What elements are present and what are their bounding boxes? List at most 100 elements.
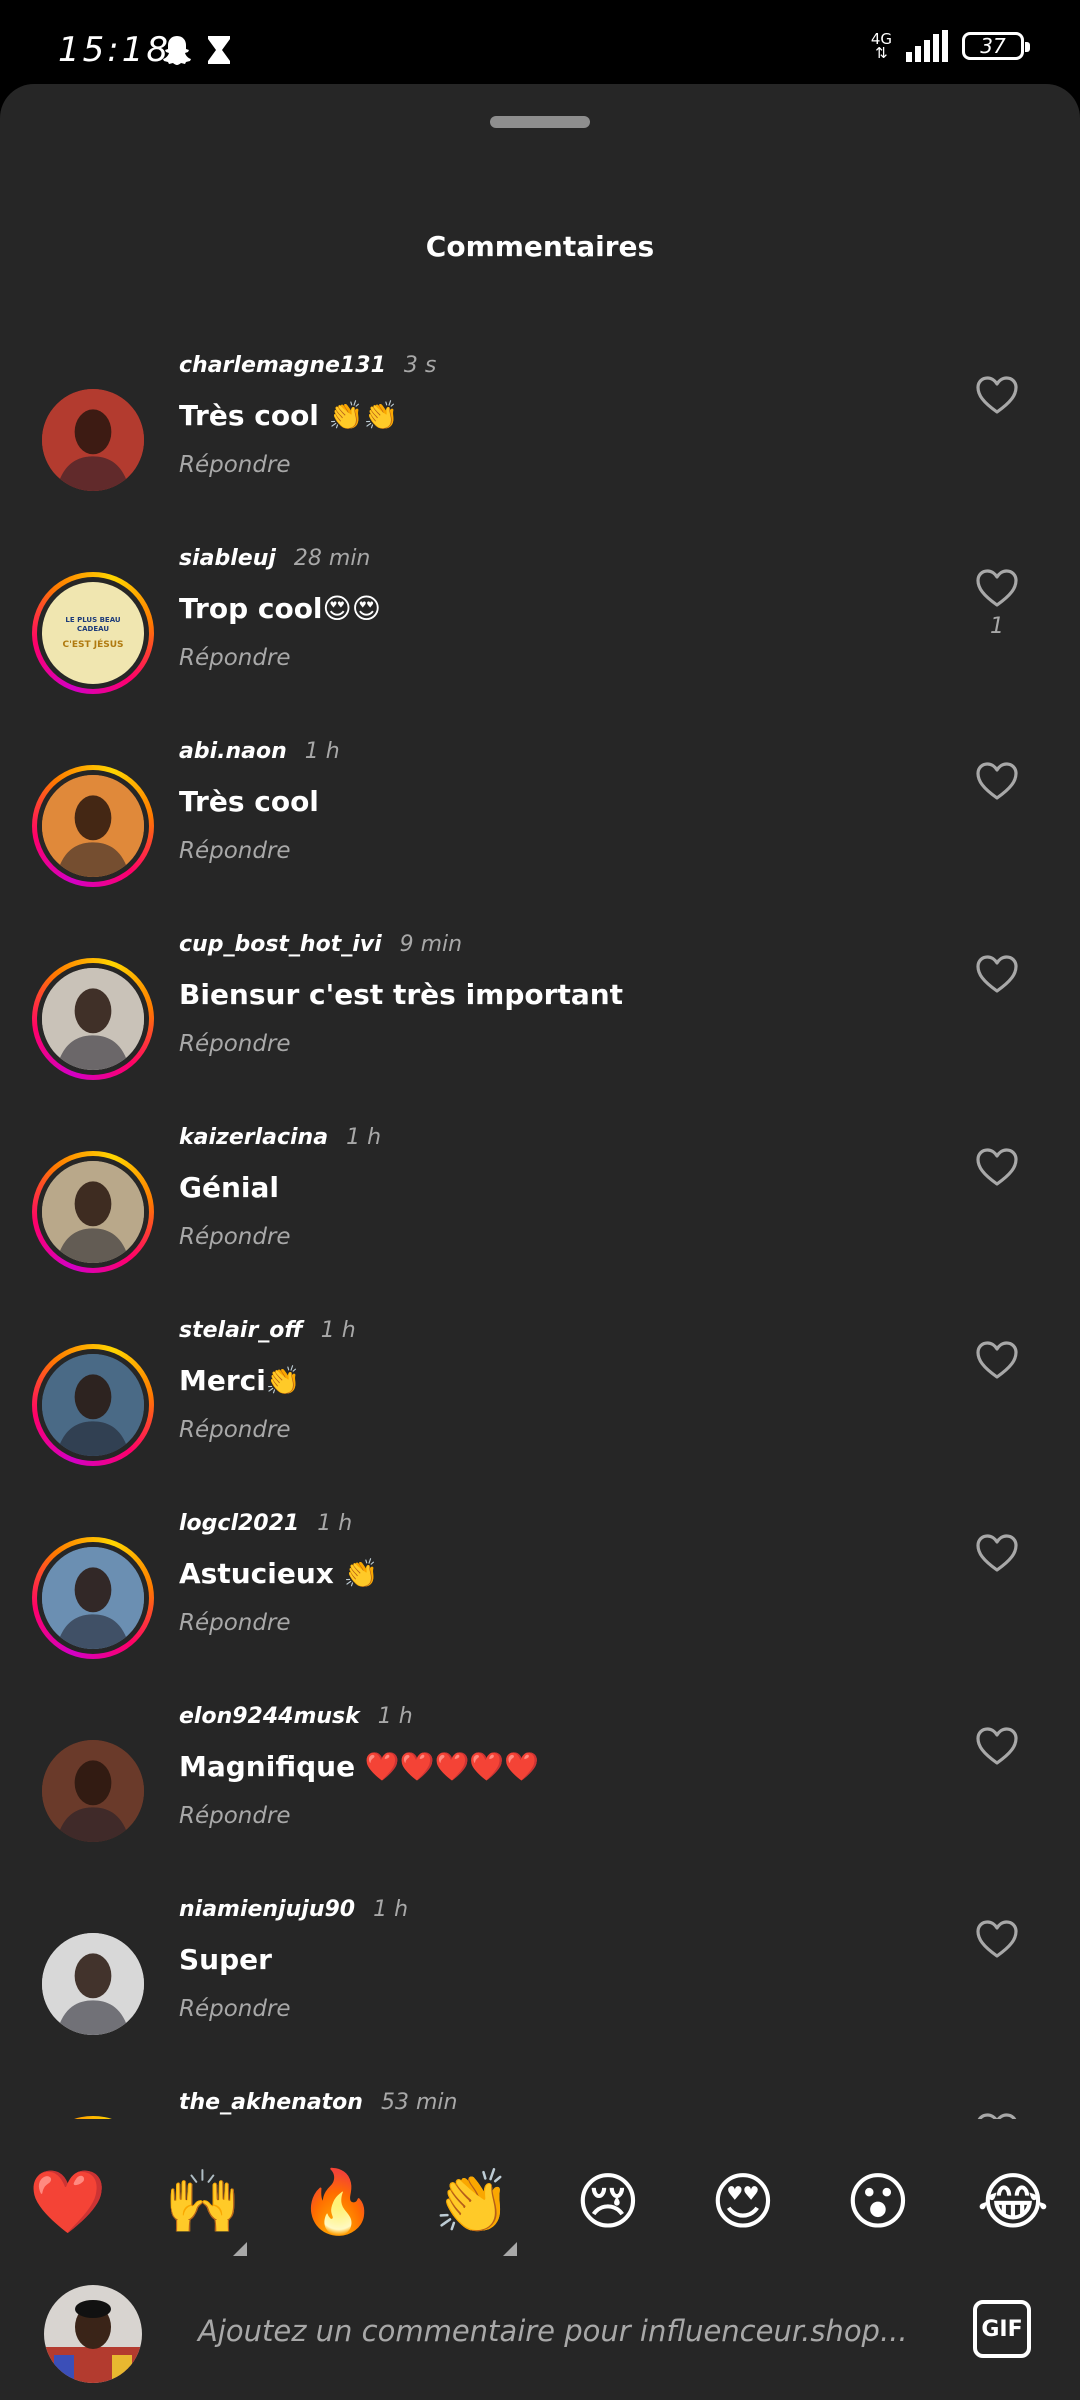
comment-text: Très cool: [179, 785, 319, 818]
comment-avatar[interactable]: [32, 1730, 154, 1852]
avatar-image: [42, 1933, 144, 2035]
comment-username[interactable]: the_akhenaton: [179, 2090, 363, 2115]
comment-meta: the_akhenaton 53 min: [179, 2090, 457, 2115]
comment-avatar[interactable]: [32, 1923, 154, 2045]
comment-text: Super: [179, 1943, 272, 1976]
skin-tone-caret-icon[interactable]: [503, 2242, 517, 2256]
comment-username[interactable]: stelair_off: [179, 1318, 303, 1343]
battery-icon: 37: [962, 32, 1030, 60]
like-heart-icon[interactable]: [975, 375, 1019, 415]
comment-item[interactable]: kaizerlacina 1 h Génial Répondre: [0, 1091, 1080, 1284]
comment-meta: logcl2021 1 h: [179, 1511, 352, 1536]
comment-time: 1 h: [317, 1511, 353, 1536]
comment-username[interactable]: cup_bost_hot_ivi: [179, 932, 382, 957]
comment-text: Trop cool😍😍: [179, 592, 381, 625]
avatar-image: [42, 1354, 144, 1456]
avatar-image: [42, 1547, 144, 1649]
comment-avatar[interactable]: [32, 379, 154, 501]
laughing-emoji[interactable]: 😂: [971, 2160, 1055, 2244]
comment-meta: charlemagne131 3 s: [179, 353, 436, 378]
crying-emoji[interactable]: 😢: [566, 2160, 650, 2244]
like-heart-icon[interactable]: [975, 2112, 1019, 2119]
status-time: 15:18: [58, 30, 171, 70]
comment-time: 1 h: [304, 739, 340, 764]
comment-avatar[interactable]: [32, 958, 154, 1080]
comment-avatar[interactable]: [32, 1537, 154, 1659]
like-heart-icon[interactable]: [975, 1726, 1019, 1766]
heart-emoji[interactable]: ❤️: [26, 2160, 110, 2244]
surprised-emoji[interactable]: 😮: [836, 2160, 920, 2244]
like-heart-icon[interactable]: [975, 568, 1019, 608]
like-heart-icon[interactable]: [975, 761, 1019, 801]
comment-meta: cup_bost_hot_ivi 9 min: [179, 932, 462, 957]
comment-avatar[interactable]: [32, 2116, 154, 2119]
clapping-emoji[interactable]: 👏: [431, 2160, 515, 2244]
comment-meta: elon9244musk 1 h: [179, 1704, 413, 1729]
status-right: 4G ⇅ 37: [870, 30, 1030, 62]
comment-item[interactable]: elon9244musk 1 h Magnifique ❤️❤️❤️❤️❤️ Répo…: [0, 1670, 1080, 1863]
comment-avatar[interactable]: LE PLUS BEAU CADEAU C'EST JÉSUS: [32, 572, 154, 694]
reply-button[interactable]: Répondre: [179, 1996, 291, 2022]
status-bar: 15:18 4G ⇅ 37: [0, 0, 1080, 84]
fire-emoji[interactable]: 🔥: [296, 2160, 380, 2244]
comment-item[interactable]: abi.naon 1 h Très cool Répondre: [0, 705, 1080, 898]
reply-button[interactable]: Répondre: [179, 1031, 291, 1057]
heart-eyes-emoji[interactable]: 😍: [701, 2160, 785, 2244]
comment-username[interactable]: abi.naon: [179, 739, 287, 764]
comment-item[interactable]: cup_bost_hot_ivi 9 min Biensur c'est très …: [0, 898, 1080, 1091]
avatar-image: [42, 389, 144, 491]
sheet-drag-handle[interactable]: [490, 116, 590, 128]
comment-username[interactable]: charlemagne131: [179, 353, 386, 378]
like-heart-icon[interactable]: [975, 1919, 1019, 1959]
comment-text: Génial: [179, 1171, 279, 1204]
comment-time: 3 s: [403, 353, 437, 378]
like-heart-icon[interactable]: [975, 954, 1019, 994]
comment-text: Magnifique ❤️❤️❤️❤️❤️: [179, 1750, 540, 1783]
skin-tone-caret-icon[interactable]: [233, 2242, 247, 2256]
raised-hands-emoji[interactable]: 🙌: [161, 2160, 245, 2244]
comment-username[interactable]: logcl2021: [179, 1511, 299, 1536]
comment-item[interactable]: niamienjuju90 1 h Super Répondre: [0, 1863, 1080, 2056]
comment-avatar[interactable]: [32, 1151, 154, 1273]
comment-meta: abi.naon 1 h: [179, 739, 340, 764]
signal-strength-icon: [906, 30, 948, 62]
comment-item[interactable]: logcl2021 1 h Astucieux 👏 Répondre: [0, 1477, 1080, 1670]
comment-time: 1 h: [373, 1897, 409, 1922]
reply-button[interactable]: Répondre: [179, 645, 291, 671]
comment-username[interactable]: niamienjuju90: [179, 1897, 355, 1922]
comment-time: 1 h: [377, 1704, 413, 1729]
comments-sheet: Commentaires charlemagne131 3 s Très cool …: [0, 84, 1080, 2400]
comment-item[interactable]: LE PLUS BEAU CADEAU C'EST JÉSUS siableuj 28…: [0, 512, 1080, 705]
reply-button[interactable]: Répondre: [179, 838, 291, 864]
comment-time: 1 h: [320, 1318, 356, 1343]
comment-time: 28 min: [293, 546, 371, 571]
reply-button[interactable]: Répondre: [179, 452, 291, 478]
reply-button[interactable]: Répondre: [179, 1610, 291, 1636]
comment-meta: kaizerlacina 1 h: [179, 1125, 381, 1150]
reply-button[interactable]: Répondre: [179, 1224, 291, 1250]
reply-button[interactable]: Répondre: [179, 1803, 291, 1829]
avatar-image: [42, 1161, 144, 1263]
gif-button[interactable]: GIF: [973, 2300, 1031, 2358]
like-heart-icon[interactable]: [975, 1147, 1019, 1187]
comments-list[interactable]: charlemagne131 3 s Très cool 👏👏 Répondre LE …: [0, 319, 1080, 2119]
comment-avatar[interactable]: [32, 765, 154, 887]
like-heart-icon[interactable]: [975, 1533, 1019, 1573]
avatar-image: [42, 968, 144, 1070]
comment-item[interactable]: charlemagne131 3 s Très cool 👏👏 Répondre: [0, 319, 1080, 512]
status-left-icons: [162, 34, 232, 72]
comment-username[interactable]: siableuj: [179, 546, 276, 571]
comment-avatar[interactable]: [32, 1344, 154, 1466]
like-heart-icon[interactable]: [975, 1340, 1019, 1380]
reply-button[interactable]: Répondre: [179, 1417, 291, 1443]
avatar-image: [42, 1740, 144, 1842]
comment-item[interactable]: stelair_off 1 h Merci👏 Répondre: [0, 1284, 1080, 1477]
comment-item[interactable]: the_akhenaton53 minRépondre: [0, 2056, 1080, 2119]
comment-input[interactable]: Ajoutez un commentaire pour influenceur.…: [198, 2314, 908, 2348]
comment-time: 53 min: [380, 2090, 458, 2115]
comment-username[interactable]: kaizerlacina: [179, 1125, 328, 1150]
like-count: 1: [990, 614, 1004, 639]
comment-time: 9 min: [399, 932, 463, 957]
comment-username[interactable]: elon9244musk: [179, 1704, 360, 1729]
network-type: 4G ⇅: [870, 30, 892, 62]
